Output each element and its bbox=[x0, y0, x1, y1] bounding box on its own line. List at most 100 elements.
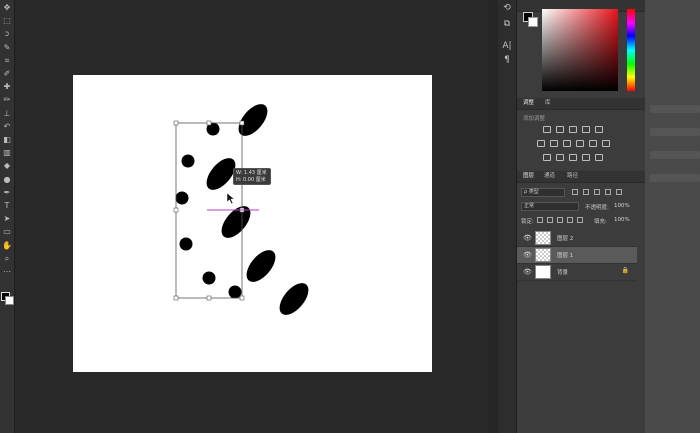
tab-channels[interactable]: 通道 bbox=[544, 172, 555, 181]
gradient-map-icon[interactable] bbox=[582, 154, 590, 161]
layer-row-layer-2[interactable]: 👁 图层 2 bbox=[517, 230, 637, 247]
type-tool-icon[interactable]: T bbox=[2, 201, 12, 211]
pen-tool-icon[interactable]: ✒ bbox=[2, 188, 12, 198]
filter-shape-icon[interactable] bbox=[605, 189, 611, 195]
opacity-value[interactable]: 100% bbox=[614, 203, 630, 209]
healing-brush-tool-icon[interactable]: ✚ bbox=[2, 82, 12, 92]
ellipse-shape bbox=[279, 283, 309, 315]
marquee-tool-icon[interactable]: ⬚ bbox=[2, 16, 12, 26]
eye-icon[interactable]: 👁 bbox=[523, 251, 532, 259]
artwork bbox=[173, 104, 309, 315]
filter-adjustment-icon[interactable] bbox=[583, 189, 589, 195]
levels-icon[interactable] bbox=[556, 126, 564, 133]
filter-pixel-icon[interactable] bbox=[572, 189, 578, 195]
dot-shape bbox=[181, 154, 195, 168]
eye-icon[interactable]: 👁 bbox=[523, 234, 532, 242]
filter-type-icon[interactable] bbox=[594, 189, 600, 195]
layer-row-layer-1[interactable]: 👁 图层 1 bbox=[517, 247, 637, 264]
lock-image-icon[interactable] bbox=[547, 217, 553, 223]
fill-value[interactable]: 100% bbox=[614, 217, 630, 223]
layer-thumbnail bbox=[535, 231, 551, 245]
ellipse-shape bbox=[246, 250, 276, 282]
layer-thumbnail bbox=[535, 248, 551, 262]
dot-shape bbox=[202, 271, 216, 285]
eye-icon[interactable]: 👁 bbox=[523, 268, 532, 276]
path-select-tool-icon[interactable]: ➤ bbox=[2, 214, 12, 224]
vibrance-icon[interactable] bbox=[595, 126, 603, 133]
blur-tool-icon[interactable]: ◆ bbox=[2, 161, 12, 171]
opacity-label: 不透明度: bbox=[585, 205, 609, 211]
clone-stamp-tool-icon[interactable]: ⊥ bbox=[2, 109, 12, 119]
exposure-icon[interactable] bbox=[582, 126, 590, 133]
blurred-panel-row bbox=[650, 128, 700, 136]
hue-slider[interactable] bbox=[627, 9, 635, 91]
threshold-icon[interactable] bbox=[569, 154, 577, 161]
quick-select-tool-icon[interactable]: ✎ bbox=[2, 43, 12, 53]
channel-mixer-icon[interactable] bbox=[589, 140, 597, 147]
tools-panel: ✥ ⬚ ↄ ✎ ⌗ ✐ ✚ ✏ ⊥ ↶ ◧ ▥ ◆ ● ✒ T ➤ ▭ ✋ ⌕ ⋯ bbox=[0, 0, 15, 433]
tab-paths[interactable]: 路径 bbox=[567, 172, 578, 181]
blurred-panel-row bbox=[650, 151, 700, 159]
eyedropper-tool-icon[interactable]: ✐ bbox=[2, 69, 12, 79]
shape-tool-icon[interactable]: ▭ bbox=[2, 227, 12, 237]
layer-name: 图层 2 bbox=[557, 236, 574, 242]
lock-label: 锁定: bbox=[521, 219, 534, 225]
background-color-swatch[interactable] bbox=[528, 17, 538, 27]
transform-size-tooltip: W: 1.43 厘米 H: 0.00 厘米 bbox=[233, 168, 271, 185]
dodge-tool-icon[interactable]: ● bbox=[2, 175, 12, 185]
gradient-tool-icon[interactable]: ▥ bbox=[2, 148, 12, 158]
lock-all-icon[interactable] bbox=[577, 217, 583, 223]
color-lookup-icon[interactable] bbox=[602, 140, 610, 147]
history-panel-icon[interactable]: ⟲ bbox=[501, 2, 513, 14]
filter-smart-object-icon[interactable] bbox=[616, 189, 622, 195]
blurred-panel-row bbox=[650, 105, 700, 113]
invert-icon[interactable] bbox=[543, 154, 551, 161]
dot-shape bbox=[175, 191, 189, 205]
tab-adjustments[interactable]: 调整 bbox=[523, 99, 534, 108]
move-tool-icon[interactable]: ✥ bbox=[2, 3, 12, 13]
lasso-tool-icon[interactable]: ↄ bbox=[2, 29, 12, 39]
blurred-panel-row bbox=[650, 174, 700, 182]
eraser-tool-icon[interactable]: ◧ bbox=[2, 135, 12, 145]
photo-filter-icon[interactable] bbox=[576, 140, 584, 147]
crop-tool-icon[interactable]: ⌗ bbox=[2, 56, 12, 66]
tooltip-height: H: 0.00 厘米 bbox=[236, 177, 266, 183]
dot-shape bbox=[179, 237, 193, 251]
adjustments-panel-tabbar: 调整 库 bbox=[517, 98, 645, 110]
history-brush-tool-icon[interactable]: ↶ bbox=[2, 122, 12, 132]
paragraph-panel-icon[interactable]: ¶ bbox=[501, 54, 513, 66]
zoom-tool-icon[interactable]: ⌕ bbox=[2, 254, 12, 264]
selective-color-icon[interactable] bbox=[595, 154, 603, 161]
properties-panel-icon[interactable]: ⧉ bbox=[501, 18, 513, 30]
character-panel-icon[interactable]: A| bbox=[501, 40, 513, 52]
layer-thumbnail bbox=[535, 265, 551, 279]
layers-panel-tabbar: 图层 通道 路径 bbox=[517, 171, 645, 183]
black-white-icon[interactable] bbox=[563, 140, 571, 147]
collapsed-panels-strip: ⟲ ⧉ A| ¶ bbox=[498, 0, 517, 433]
layer-name: 背景 bbox=[557, 270, 569, 276]
lock-position-icon[interactable] bbox=[557, 217, 563, 223]
lock-transparent-icon[interactable] bbox=[537, 217, 543, 223]
brush-tool-icon[interactable]: ✏ bbox=[2, 95, 12, 105]
tab-libraries[interactable]: 库 bbox=[545, 99, 551, 108]
more-tools-icon[interactable]: ⋯ bbox=[2, 267, 12, 277]
tooltip-width: W: 1.43 厘米 bbox=[236, 170, 267, 176]
hand-tool-icon[interactable]: ✋ bbox=[2, 241, 12, 251]
color-picker-field[interactable] bbox=[542, 9, 618, 91]
dock-separator[interactable] bbox=[488, 0, 498, 433]
tab-layers[interactable]: 图层 bbox=[523, 172, 534, 181]
layer-filter-dropdown[interactable]: ρ 类型 bbox=[521, 188, 565, 197]
toolbar-background-swatch[interactable] bbox=[5, 296, 14, 305]
lock-icon: 🔒 bbox=[621, 267, 629, 274]
posterize-icon[interactable] bbox=[556, 154, 564, 161]
dot-shape bbox=[228, 285, 242, 299]
curves-icon[interactable] bbox=[569, 126, 577, 133]
cursor-arrow-icon bbox=[226, 192, 235, 205]
document-canvas[interactable] bbox=[73, 75, 432, 372]
brightness-contrast-icon[interactable] bbox=[543, 126, 551, 133]
hue-saturation-icon[interactable] bbox=[537, 140, 545, 147]
color-balance-icon[interactable] bbox=[550, 140, 558, 147]
blend-mode-dropdown[interactable]: 正常 bbox=[521, 202, 579, 211]
lock-artboard-icon[interactable] bbox=[567, 217, 573, 223]
layer-row-background[interactable]: 👁 背景 🔒 bbox=[517, 264, 637, 281]
